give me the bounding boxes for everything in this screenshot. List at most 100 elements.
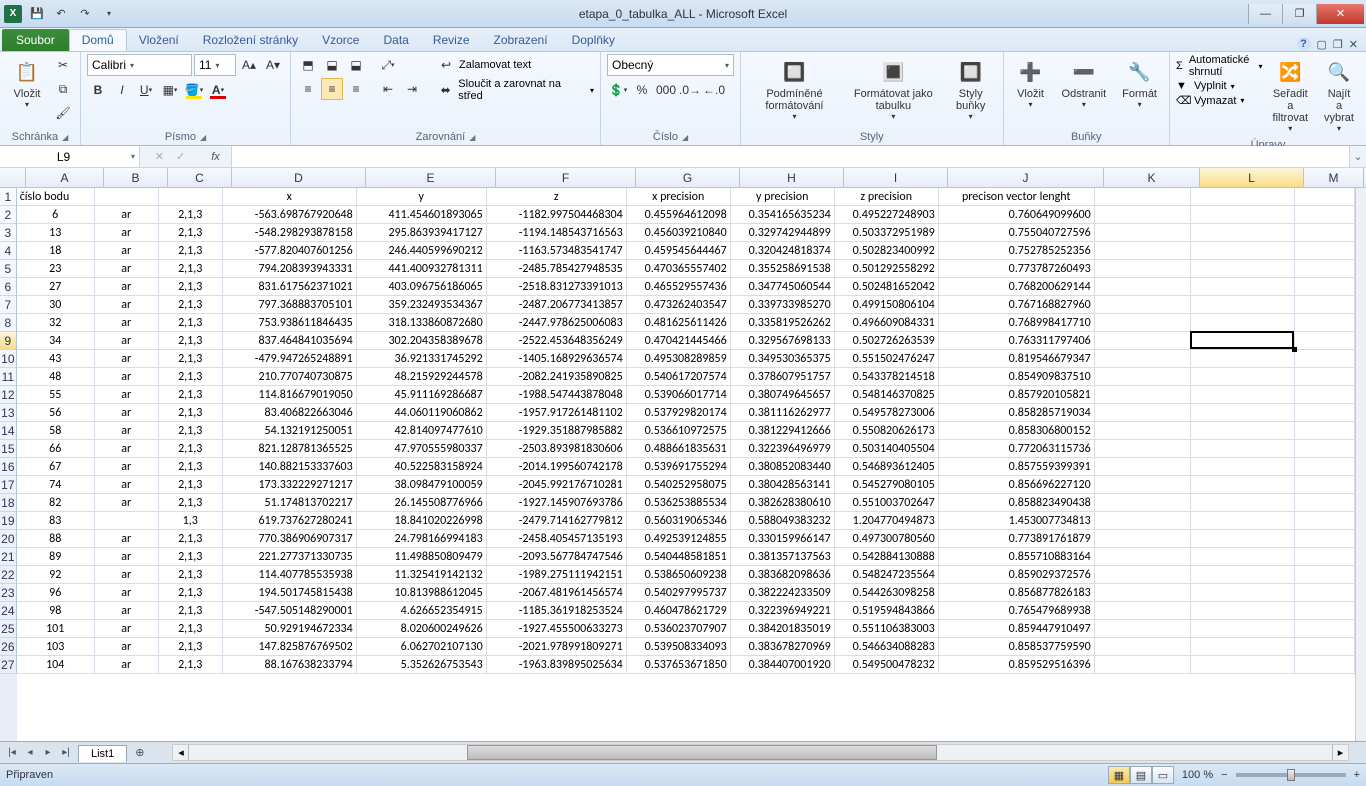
cell[interactable]: -1927.145907693786 <box>487 494 627 512</box>
cells-area[interactable]: číslo boduxyzx precisiony precisionz pre… <box>17 188 1355 741</box>
cell[interactable]: -1194.148543716563 <box>487 224 627 242</box>
row-header[interactable]: 17 <box>0 476 17 494</box>
cell[interactable]: 27 <box>17 278 95 296</box>
cell[interactable]: 0.549578273006 <box>835 404 939 422</box>
conditional-format-button[interactable]: 🔲Podmíněné formátování▾ <box>747 54 842 125</box>
cell[interactable]: 0.858537759590 <box>939 638 1095 656</box>
cell[interactable]: 0.497300780560 <box>835 530 939 548</box>
zoom-out-button[interactable]: − <box>1221 769 1227 781</box>
tab-vložení[interactable]: Vložení <box>127 29 191 51</box>
font-size-combo[interactable]: 11▾ <box>194 54 236 76</box>
column-header-G[interactable]: G <box>636 168 740 187</box>
cell[interactable]: 0.503372951989 <box>835 224 939 242</box>
cell[interactable]: 54.132191250051 <box>223 422 357 440</box>
cell[interactable]: 0.859029372576 <box>939 566 1095 584</box>
minimize-button[interactable]: — <box>1248 4 1282 24</box>
cell[interactable]: ar <box>95 332 159 350</box>
row-header[interactable]: 3 <box>0 224 17 242</box>
close-workbook-icon[interactable]: ✕ <box>1349 38 1358 51</box>
row-header[interactable]: 24 <box>0 602 17 620</box>
cell[interactable] <box>1191 638 1295 656</box>
cell[interactable]: 2,1,3 <box>159 224 223 242</box>
cell[interactable]: 821.128781365525 <box>223 440 357 458</box>
cell[interactable]: 0.550820626173 <box>835 422 939 440</box>
cell[interactable]: 0.502481652042 <box>835 278 939 296</box>
cell[interactable]: 0.380428563141 <box>731 476 835 494</box>
cell[interactable]: 0.382628380610 <box>731 494 835 512</box>
cell[interactable]: ar <box>95 548 159 566</box>
copy-icon[interactable]: ⧉ <box>52 78 74 100</box>
name-box-input[interactable] <box>0 150 127 164</box>
cell[interactable]: 74 <box>17 476 95 494</box>
cell[interactable]: 0.381357137563 <box>731 548 835 566</box>
cell[interactable]: 2,1,3 <box>159 476 223 494</box>
cell[interactable]: 0.496609084331 <box>835 314 939 332</box>
find-select-button[interactable]: 🔍Najít a vybrat▾ <box>1318 54 1360 137</box>
cell[interactable] <box>1295 206 1355 224</box>
underline-button[interactable]: U▾ <box>135 79 157 101</box>
tab-zobrazení[interactable]: Zobrazení <box>482 29 560 51</box>
cell[interactable] <box>1095 314 1191 332</box>
cell[interactable] <box>1295 314 1355 332</box>
cell[interactable]: ar <box>95 530 159 548</box>
cell[interactable]: 56 <box>17 404 95 422</box>
row-header[interactable]: 6 <box>0 278 17 296</box>
cell[interactable]: y <box>357 188 487 206</box>
cell[interactable]: 0.456039210840 <box>627 224 731 242</box>
cell[interactable]: 210.770740730875 <box>223 368 357 386</box>
cell[interactable]: -1182.997504468304 <box>487 206 627 224</box>
cell[interactable]: 2,1,3 <box>159 530 223 548</box>
cell[interactable]: 24.798166994183 <box>357 530 487 548</box>
cell[interactable]: 0.455964612098 <box>627 206 731 224</box>
cell[interactable]: 0.854909837510 <box>939 368 1095 386</box>
paste-button[interactable]: 📋 Vložit ▾ <box>6 54 48 113</box>
cell[interactable]: 0.329567698133 <box>731 332 835 350</box>
cell[interactable]: 2,1,3 <box>159 638 223 656</box>
cell[interactable] <box>1191 656 1295 674</box>
align-right-icon[interactable]: ≡ <box>345 78 367 100</box>
cell[interactable] <box>1191 530 1295 548</box>
cell[interactable]: 44.060119060862 <box>357 404 487 422</box>
comma-format-icon[interactable]: 000 <box>655 79 677 101</box>
tab-rozložení-stránky[interactable]: Rozložení stránky <box>191 29 310 51</box>
cell[interactable]: ar <box>95 242 159 260</box>
cell[interactable]: 0.858823490438 <box>939 494 1095 512</box>
cell[interactable] <box>1295 296 1355 314</box>
cell[interactable]: 0.349530365375 <box>731 350 835 368</box>
cell[interactable]: 0.545279080105 <box>835 476 939 494</box>
cell[interactable]: 66 <box>17 440 95 458</box>
cell[interactable] <box>1191 512 1295 530</box>
align-center-icon[interactable]: ≡ <box>321 78 343 100</box>
cell[interactable]: 43 <box>17 350 95 368</box>
cell[interactable] <box>1095 350 1191 368</box>
fx-icon[interactable]: fx <box>200 146 232 167</box>
cell[interactable]: -1963.839895025634 <box>487 656 627 674</box>
cell[interactable] <box>95 512 159 530</box>
cell[interactable]: 47.970555980337 <box>357 440 487 458</box>
row-header[interactable]: 5 <box>0 260 17 278</box>
cell[interactable]: ar <box>95 620 159 638</box>
cell[interactable]: 2,1,3 <box>159 314 223 332</box>
row-header[interactable]: 11 <box>0 368 17 386</box>
align-middle-icon[interactable]: ⬓ <box>321 54 343 76</box>
cell[interactable]: 0.546634088283 <box>835 638 939 656</box>
cell[interactable]: 42.814097477610 <box>357 422 487 440</box>
cell[interactable]: 2,1,3 <box>159 368 223 386</box>
cell[interactable]: 0.856696227120 <box>939 476 1095 494</box>
cell[interactable]: 246.440599690212 <box>357 242 487 260</box>
cell[interactable]: 0.539066017714 <box>627 386 731 404</box>
cell[interactable]: 173.332229271217 <box>223 476 357 494</box>
cell[interactable]: -2485.785427948535 <box>487 260 627 278</box>
cell[interactable]: 0.481625611426 <box>627 314 731 332</box>
row-header[interactable]: 8 <box>0 314 17 332</box>
row-header[interactable]: 1 <box>0 188 17 206</box>
cell[interactable]: 140.882153337603 <box>223 458 357 476</box>
cell[interactable]: 0.465529557436 <box>627 278 731 296</box>
cell[interactable]: 837.464841035694 <box>223 332 357 350</box>
cell[interactable]: 104 <box>17 656 95 674</box>
cell[interactable]: 5.352626753543 <box>357 656 487 674</box>
row-header[interactable]: 19 <box>0 512 17 530</box>
cell[interactable]: 0.752785252356 <box>939 242 1095 260</box>
cell[interactable] <box>1095 602 1191 620</box>
number-format-combo[interactable]: Obecný▾ <box>607 54 734 76</box>
